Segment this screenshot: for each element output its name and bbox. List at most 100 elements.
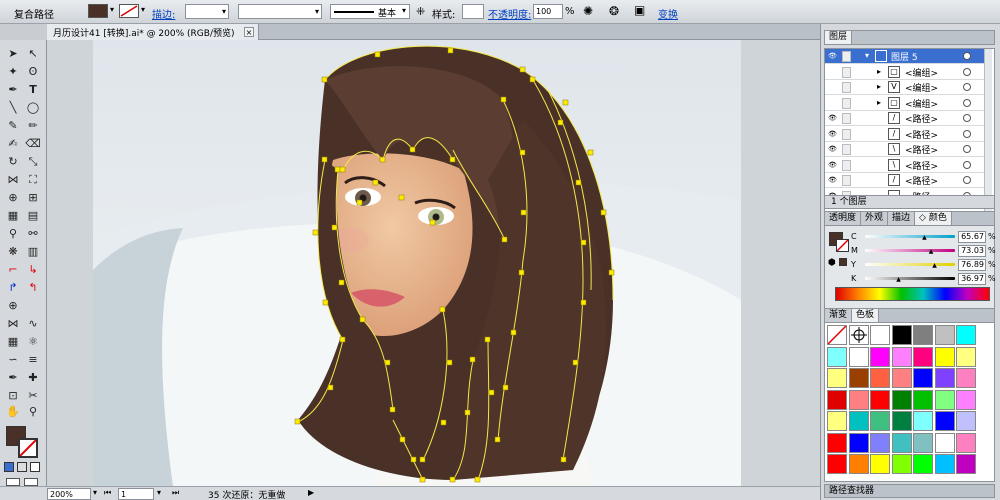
layers-scrollbar[interactable] bbox=[984, 49, 992, 217]
zoom-tool-icon-alt[interactable]: ↰ bbox=[24, 280, 42, 295]
target-circle-icon[interactable] bbox=[963, 114, 971, 122]
swatch[interactable] bbox=[913, 432, 933, 453]
swatch[interactable] bbox=[956, 346, 976, 367]
swatch[interactable] bbox=[934, 325, 955, 345]
eraser-tool-icon[interactable]: ⌫ bbox=[24, 136, 42, 151]
swatch[interactable] bbox=[956, 389, 976, 410]
lock-toggle[interactable] bbox=[842, 113, 851, 124]
layer-row[interactable]: 👁 ▾ 图层 5 bbox=[825, 49, 985, 64]
swatch[interactable] bbox=[913, 389, 933, 410]
hand-tool-icon-alt[interactable]: ↱ bbox=[4, 280, 22, 295]
color-stroke-box[interactable] bbox=[836, 239, 849, 252]
swatch[interactable] bbox=[956, 411, 976, 431]
lock-toggle[interactable] bbox=[842, 82, 851, 93]
play-icon[interactable]: ▶ bbox=[308, 488, 314, 497]
gear-icon[interactable]: ❂ bbox=[609, 4, 619, 18]
disclosure-triangle-icon[interactable]: ▸ bbox=[877, 98, 881, 107]
tab-描边[interactable]: 描边 bbox=[888, 212, 916, 225]
lock-toggle[interactable] bbox=[842, 144, 851, 155]
swatch[interactable] bbox=[913, 411, 933, 431]
color-spectrum[interactable] bbox=[835, 287, 990, 301]
gradient-mode-icon[interactable] bbox=[17, 462, 27, 472]
fill-swatch[interactable] bbox=[88, 4, 108, 18]
lock-toggle[interactable] bbox=[842, 128, 851, 140]
swatch[interactable] bbox=[848, 454, 869, 474]
scissors-icon[interactable]: ✂ bbox=[24, 388, 42, 403]
swatch[interactable] bbox=[891, 368, 912, 388]
swatch[interactable] bbox=[934, 454, 955, 474]
layer-row[interactable]: 👁 / <路径> bbox=[825, 111, 985, 126]
lock-toggle[interactable] bbox=[842, 66, 851, 78]
lasso-tool-icon[interactable]: ʘ bbox=[24, 64, 42, 79]
visibility-eye-icon[interactable] bbox=[828, 83, 838, 91]
layer-row[interactable]: ▸ ▢ <编组> bbox=[825, 96, 985, 111]
channel-slider[interactable] bbox=[865, 277, 955, 280]
swatch[interactable] bbox=[934, 346, 955, 367]
slice-tool-icon[interactable]: ↳ bbox=[24, 262, 42, 277]
visibility-eye-icon[interactable]: 👁 bbox=[828, 176, 838, 184]
swatch[interactable] bbox=[891, 325, 912, 345]
visibility-eye-icon[interactable] bbox=[828, 99, 838, 107]
draw-mode-icon[interactable] bbox=[6, 478, 20, 486]
visibility-eye-icon[interactable]: 👁 bbox=[828, 145, 838, 153]
target-circle-icon[interactable] bbox=[963, 145, 971, 153]
layer-row[interactable]: 👁 / <路径> bbox=[825, 173, 985, 188]
line-tool-icon[interactable]: ╲ bbox=[4, 100, 22, 115]
puppet-warp-icon[interactable]: ⚛ bbox=[24, 334, 42, 349]
none-mode-icon[interactable] bbox=[30, 462, 40, 472]
tab-外观[interactable]: 外观 bbox=[861, 212, 889, 225]
target-circle-icon[interactable] bbox=[963, 98, 971, 107]
stroke-style-dropdown[interactable]: 基本 ▾ bbox=[330, 4, 410, 19]
swatch[interactable] bbox=[848, 411, 869, 431]
channel-value-input[interactable]: 76.89 bbox=[958, 259, 986, 271]
lock-toggle[interactable] bbox=[842, 51, 851, 62]
target-circle-icon[interactable] bbox=[963, 67, 971, 76]
artboard-icon[interactable]: ⊡ bbox=[4, 388, 22, 403]
chevron-down-icon[interactable]: ▾ bbox=[93, 488, 97, 497]
gradient-tool-icon[interactable]: ▤ bbox=[24, 208, 42, 223]
swatch[interactable] bbox=[870, 454, 890, 474]
reflect-tool-icon[interactable]: ⋈ bbox=[4, 316, 22, 331]
selection-tool-icon[interactable]: ➤ bbox=[4, 46, 22, 61]
illustration[interactable] bbox=[93, 40, 741, 486]
first-artboard-icon[interactable]: ⏮ bbox=[104, 488, 111, 498]
artboard-tool-icon[interactable]: ⌐ bbox=[4, 262, 22, 277]
close-icon[interactable]: × bbox=[244, 27, 254, 37]
hand-tool-icon[interactable]: ✋ bbox=[4, 404, 22, 419]
slider-handle[interactable]: ▲ bbox=[896, 276, 901, 283]
visibility-eye-icon[interactable]: 👁 bbox=[828, 161, 838, 169]
visibility-eye-icon[interactable]: 👁 bbox=[828, 114, 838, 122]
layer-row[interactable]: ▸ V <编组> bbox=[825, 80, 985, 95]
disclosure-triangle-icon[interactable]: ▸ bbox=[877, 82, 881, 91]
none-swatch[interactable] bbox=[827, 325, 847, 345]
swatch[interactable] bbox=[891, 432, 912, 453]
swatch[interactable] bbox=[891, 411, 912, 431]
swatch[interactable] bbox=[913, 325, 933, 345]
swatch[interactable] bbox=[870, 432, 890, 453]
channel-slider[interactable] bbox=[865, 263, 955, 266]
blend-tool-icon[interactable]: ⚯ bbox=[24, 226, 42, 241]
mesh-grid-icon[interactable]: ▦ bbox=[4, 334, 22, 349]
swatch[interactable] bbox=[827, 389, 847, 410]
canvas-area[interactable] bbox=[47, 40, 820, 486]
layer-row[interactable]: 👁 \ <路径> bbox=[825, 142, 985, 157]
swatch[interactable] bbox=[934, 389, 955, 410]
layer-row[interactable]: ▸ ▢ <编组> bbox=[825, 65, 985, 80]
swatch[interactable] bbox=[870, 346, 890, 367]
swatch[interactable] bbox=[848, 346, 869, 367]
swatch[interactable] bbox=[827, 368, 847, 388]
swatch[interactable] bbox=[913, 454, 933, 474]
blob-brush-tool-icon[interactable]: ✍ bbox=[4, 136, 22, 151]
color-mode-icon[interactable] bbox=[4, 462, 14, 472]
swatch[interactable] bbox=[891, 389, 912, 410]
zoom-input[interactable]: 200% bbox=[47, 488, 91, 500]
slider-handle[interactable]: ▲ bbox=[922, 234, 927, 241]
target-circle-icon[interactable] bbox=[963, 129, 971, 138]
swatch[interactable] bbox=[956, 454, 976, 474]
chevron-down-icon[interactable]: ▾ bbox=[110, 5, 114, 14]
align-icon[interactable]: ⁜ bbox=[416, 5, 425, 18]
width-tool-icon[interactable]: ⋈ bbox=[4, 172, 22, 187]
target-circle-icon[interactable] bbox=[963, 176, 971, 184]
tab-layers[interactable]: 图层 bbox=[825, 31, 853, 44]
paintbrush-tool-icon[interactable]: ✎ bbox=[4, 118, 22, 133]
